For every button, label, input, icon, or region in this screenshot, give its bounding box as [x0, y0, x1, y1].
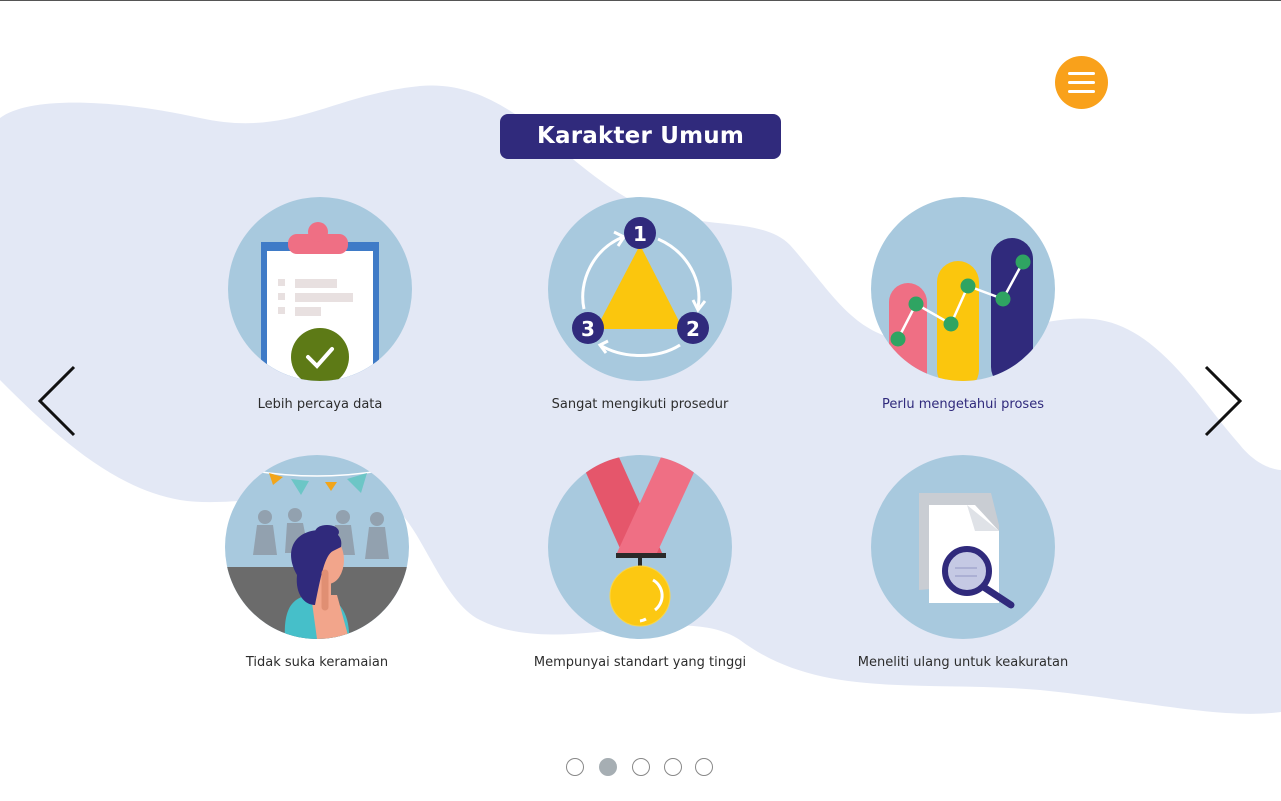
menu-button[interactable] [1055, 56, 1108, 109]
card-label: Lebih percaya data [257, 397, 383, 412]
clipboard-check-icon [228, 197, 412, 381]
card-label: Mempunyai standart yang tinggi [533, 655, 747, 670]
cycle-triangle-icon: 1 2 3 [548, 197, 732, 381]
pagination-dot-1[interactable] [566, 758, 584, 776]
card-label: Meneliti ulang untuk keakuratan [857, 655, 1069, 670]
cycle-number-3: 3 [581, 317, 595, 341]
pagination-dot-2[interactable] [599, 758, 617, 776]
chevron-right-icon[interactable] [1200, 364, 1246, 438]
medal-icon [548, 455, 732, 639]
card-label: Sangat mengikuti prosedur [551, 397, 729, 412]
hamburger-menu-icon-bar-2 [1068, 81, 1095, 84]
hamburger-menu-icon [1068, 72, 1095, 75]
pagination-dot-5[interactable] [695, 758, 713, 776]
card-label: Tidak suka keramaian [245, 655, 389, 670]
chevron-left-icon[interactable] [34, 364, 80, 438]
card-label: Perlu mengetahui proses [882, 397, 1044, 412]
introvert-person-icon [225, 455, 409, 639]
pagination-dot-3[interactable] [632, 758, 650, 776]
page-title: Karakter Umum [500, 114, 781, 159]
pagination-dot-4[interactable] [664, 758, 682, 776]
cycle-number-2: 2 [686, 317, 700, 341]
bar-chart-icon [871, 197, 1055, 381]
document-magnifier-icon [871, 455, 1055, 639]
cycle-number-1: 1 [633, 222, 647, 246]
hamburger-menu-icon-bar-3 [1068, 90, 1095, 93]
